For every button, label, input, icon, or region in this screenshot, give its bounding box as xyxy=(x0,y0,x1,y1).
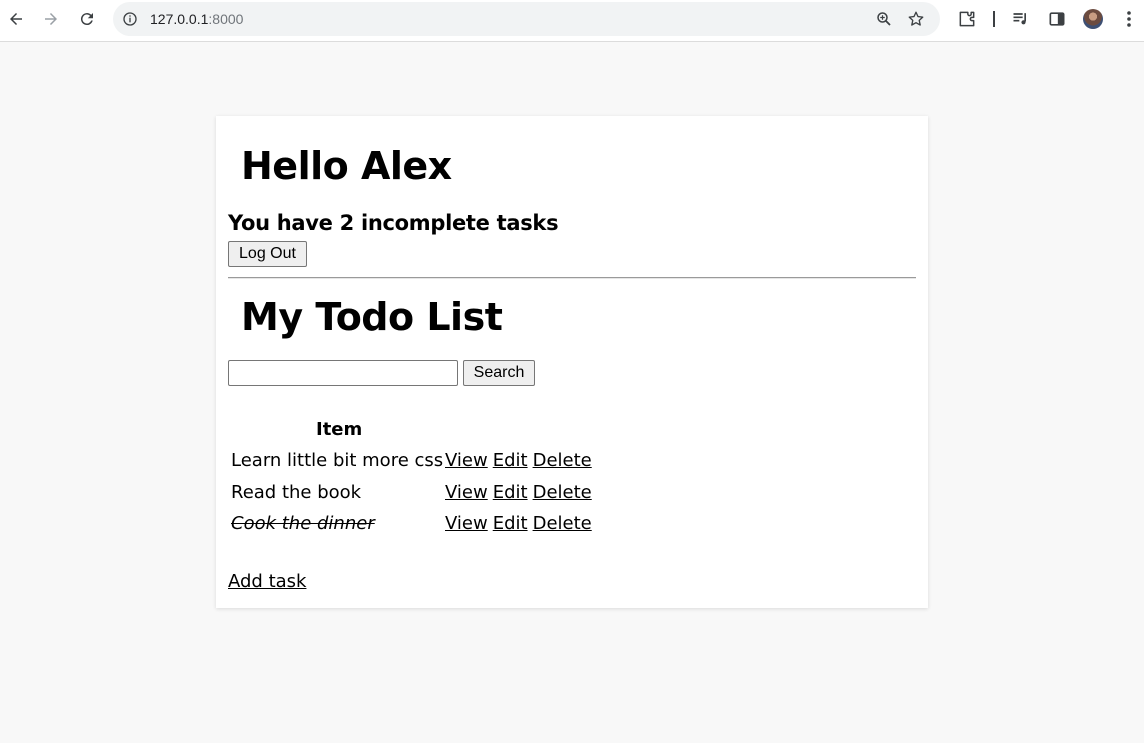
divider xyxy=(228,277,916,279)
view-link[interactable]: View xyxy=(445,482,488,503)
side-panel-icon[interactable] xyxy=(1047,9,1067,29)
task-title: Read the book xyxy=(231,482,362,503)
site-info-icon[interactable] xyxy=(122,11,138,27)
address-bar[interactable]: 127.0.0.1:8000 xyxy=(113,2,940,36)
profile-avatar[interactable] xyxy=(1083,9,1103,29)
zoom-icon[interactable] xyxy=(875,10,893,28)
url-text[interactable]: 127.0.0.1:8000 xyxy=(150,11,243,27)
toolbar-divider xyxy=(993,11,995,27)
delete-link[interactable]: Delete xyxy=(533,450,592,471)
add-task-link[interactable]: Add task xyxy=(228,569,306,595)
edit-link[interactable]: Edit xyxy=(493,513,528,534)
menu-dots-icon[interactable] xyxy=(1120,9,1138,29)
media-control-icon[interactable] xyxy=(1011,9,1031,29)
back-icon[interactable] xyxy=(4,7,28,31)
logout-button[interactable]: Log Out xyxy=(228,241,307,267)
bookmark-star-icon[interactable] xyxy=(907,10,925,28)
search-input[interactable] xyxy=(228,360,458,386)
table-row: Learn little bit more css View Edit Delete xyxy=(231,448,611,474)
task-title-completed: Cook the dinner xyxy=(231,513,375,534)
url-port: :8000 xyxy=(208,11,244,27)
table-row: Cook the dinner View Edit Delete xyxy=(231,511,611,537)
content-card: Hello Alex You have 2 incomplete tasks L… xyxy=(216,116,928,608)
todo-list-heading: My Todo List xyxy=(241,295,503,339)
browser-toolbar: 127.0.0.1:8000 xyxy=(0,0,1144,42)
edit-link[interactable]: Edit xyxy=(493,450,528,471)
task-title: Learn little bit more css xyxy=(231,450,444,471)
delete-link[interactable]: Delete xyxy=(533,513,592,534)
delete-link[interactable]: Delete xyxy=(533,482,592,503)
url-host: 127.0.0.1 xyxy=(150,11,209,27)
search-button[interactable]: Search xyxy=(463,360,535,386)
table-header-item: Item xyxy=(316,419,363,440)
forward-icon[interactable] xyxy=(39,7,63,31)
extensions-icon[interactable] xyxy=(957,9,977,29)
greeting-heading: Hello Alex xyxy=(241,144,452,188)
view-link[interactable]: View xyxy=(445,450,488,471)
incomplete-tasks-summary: You have 2 incomplete tasks xyxy=(228,211,559,235)
table-row: Read the book View Edit Delete xyxy=(231,480,611,506)
edit-link[interactable]: Edit xyxy=(493,482,528,503)
view-link[interactable]: View xyxy=(445,513,488,534)
reload-icon[interactable] xyxy=(75,7,99,31)
